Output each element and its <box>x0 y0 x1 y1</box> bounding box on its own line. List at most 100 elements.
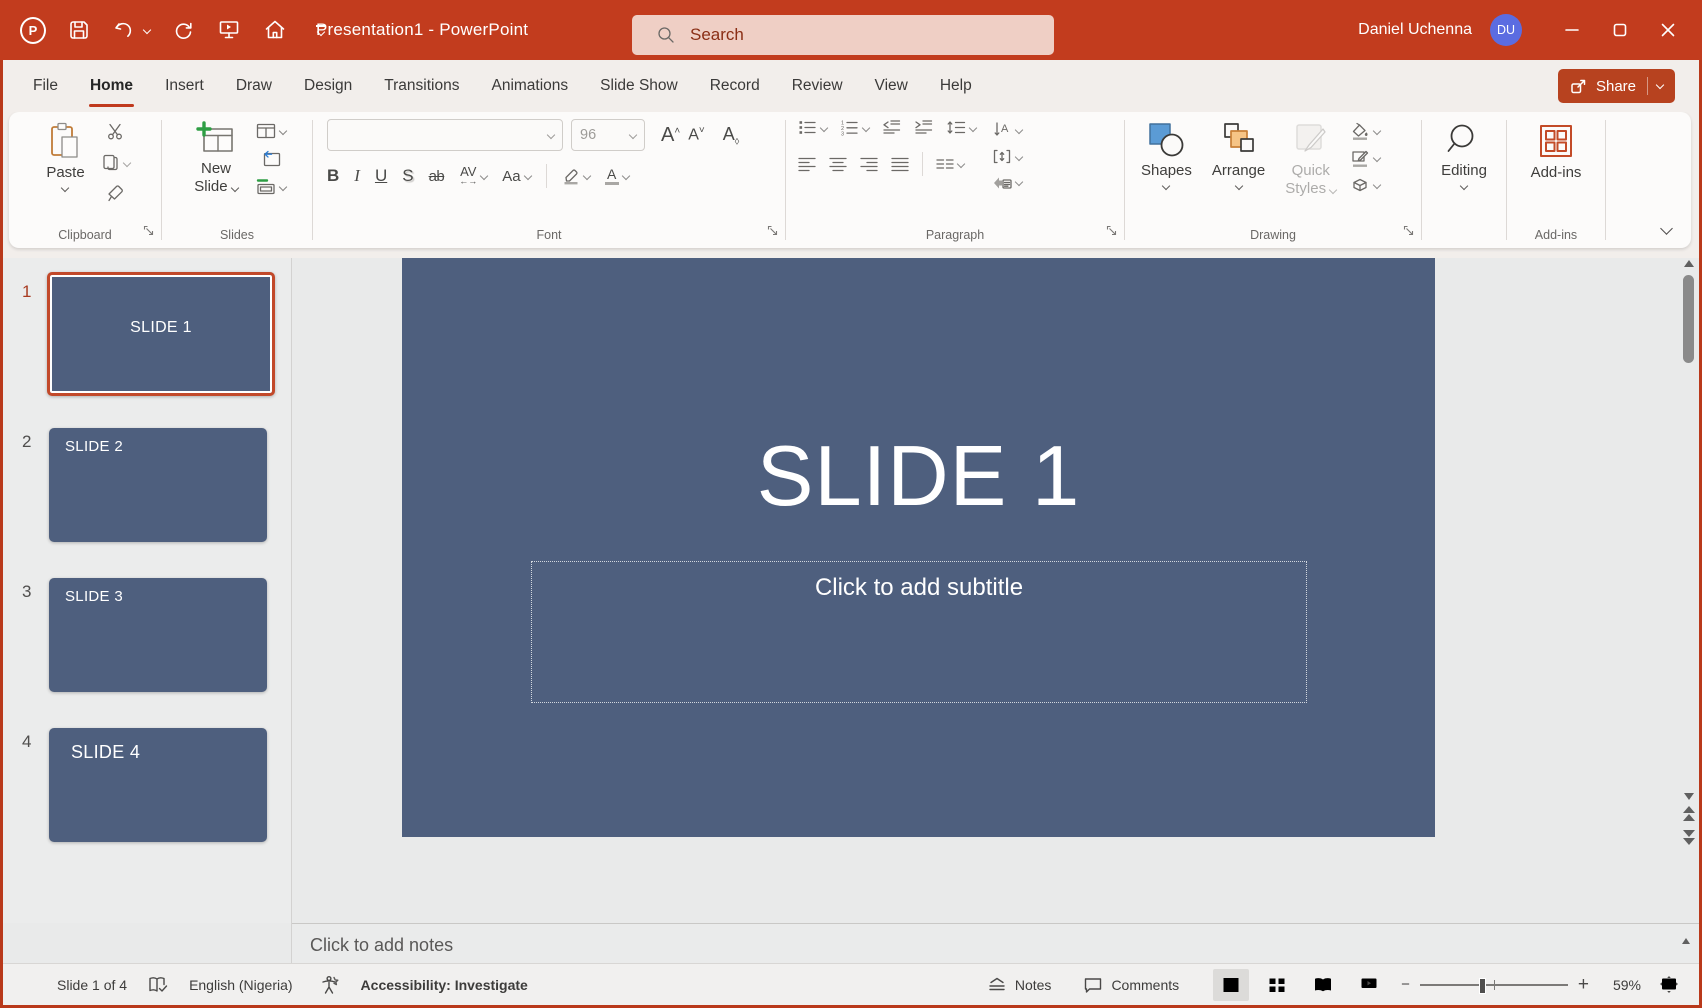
font-color-button[interactable]: A <box>605 167 629 185</box>
previous-slide-button[interactable] <box>1683 806 1695 821</box>
notes-pane[interactable]: Click to add notes <box>292 923 1699 966</box>
text-shadow-button[interactable]: S <box>402 166 413 186</box>
slide-sorter-view-button[interactable] <box>1259 969 1295 1001</box>
tab-review[interactable]: Review <box>776 60 859 112</box>
zoom-in-button[interactable]: + <box>1578 975 1589 994</box>
slide-layout-button[interactable] <box>256 123 286 139</box>
cut-icon[interactable] <box>101 122 130 141</box>
search-box[interactable]: Search <box>632 15 1054 55</box>
increase-indent-icon[interactable] <box>914 119 933 136</box>
slide-thumbnail-2[interactable]: SLIDE 2 <box>49 428 267 542</box>
editing-chevron[interactable] <box>1460 182 1468 190</box>
underline-button[interactable]: U <box>375 166 387 186</box>
new-slide-chevron[interactable] <box>231 184 239 192</box>
paste-button[interactable]: Paste <box>40 119 90 193</box>
change-case-button[interactable]: Aa <box>502 168 530 185</box>
shapes-chevron[interactable] <box>1162 182 1170 190</box>
arrange-button[interactable]: Arrange <box>1206 119 1271 191</box>
font-name-combobox[interactable] <box>327 119 563 151</box>
accessibility-status[interactable]: Accessibility: Investigate <box>355 977 534 993</box>
slide-thumbnail-3[interactable]: SLIDE 3 <box>49 578 267 692</box>
numbering-button[interactable]: 123 <box>840 119 869 136</box>
subtitle-placeholder[interactable]: Click to add subtitle <box>531 561 1307 703</box>
format-painter-icon[interactable] <box>101 184 130 203</box>
clipboard-dialog-launcher[interactable] <box>143 223 154 241</box>
fit-slide-to-window-button[interactable] <box>1651 969 1687 1001</box>
reading-view-button[interactable] <box>1305 969 1341 1001</box>
bullets-button[interactable] <box>798 119 827 136</box>
arrange-chevron[interactable] <box>1234 182 1242 190</box>
text-direction-button[interactable]: A <box>992 121 1022 139</box>
slide-title[interactable]: SLIDE 1 <box>402 434 1435 519</box>
tab-insert[interactable]: Insert <box>149 60 220 112</box>
slide-thumbnail-1[interactable]: SLIDE 1 <box>47 272 275 396</box>
home-icon[interactable] <box>262 17 288 43</box>
next-slide-button[interactable] <box>1683 830 1695 845</box>
collapse-ribbon-chevron[interactable] <box>1662 220 1671 238</box>
scroll-down-arrow[interactable] <box>1684 793 1694 800</box>
powerpoint-logo-icon[interactable]: P <box>20 17 46 43</box>
avatar[interactable]: DU <box>1490 14 1522 46</box>
maximize-button[interactable] <box>1596 0 1644 60</box>
shapes-button[interactable]: Shapes <box>1135 119 1198 191</box>
undo-dropdown-chevron[interactable] <box>143 26 151 34</box>
start-slideshow-button[interactable] <box>216 17 242 43</box>
decrease-indent-icon[interactable] <box>882 119 901 136</box>
slide-show-button[interactable] <box>1351 969 1387 1001</box>
notes-placeholder[interactable]: Click to add notes <box>310 935 453 956</box>
addins-button[interactable]: Add-ins <box>1525 119 1588 184</box>
align-left-icon[interactable] <box>798 157 816 172</box>
zoom-percentage[interactable]: 59% <box>1603 977 1641 993</box>
tab-design[interactable]: Design <box>288 60 368 112</box>
columns-button[interactable] <box>936 158 964 171</box>
font-dialog-launcher[interactable] <box>767 223 778 241</box>
tab-view[interactable]: View <box>859 60 924 112</box>
new-slide-button[interactable]: NewSlide <box>188 119 244 198</box>
save-button[interactable] <box>66 17 92 43</box>
comments-toggle[interactable]: Comments <box>1077 976 1185 994</box>
italic-button[interactable]: I <box>354 166 360 186</box>
tab-draw[interactable]: Draw <box>220 60 288 112</box>
tab-record[interactable]: Record <box>694 60 776 112</box>
panel-divider[interactable] <box>291 258 292 966</box>
reset-slide-icon[interactable] <box>256 150 286 167</box>
highlight-color-button[interactable] <box>562 167 590 185</box>
normal-view-button[interactable] <box>1213 969 1249 1001</box>
paste-dropdown-chevron[interactable] <box>61 184 69 192</box>
tab-home[interactable]: Home <box>74 60 149 112</box>
tab-slide-show[interactable]: Slide Show <box>584 60 694 112</box>
grow-font-button[interactable]: A˄ <box>661 124 680 147</box>
zoom-slider-track[interactable] <box>1420 984 1568 986</box>
tab-animations[interactable]: Animations <box>475 60 584 112</box>
language-indicator[interactable]: English (Nigeria) <box>183 977 298 993</box>
editing-button[interactable]: Editing <box>1435 119 1493 191</box>
section-button[interactable] <box>256 178 286 195</box>
close-button[interactable] <box>1644 0 1692 60</box>
redo-button[interactable] <box>170 17 196 43</box>
tab-transitions[interactable]: Transitions <box>368 60 475 112</box>
share-button[interactable]: Share <box>1558 69 1675 103</box>
notes-toggle[interactable]: Notes <box>981 976 1058 993</box>
align-text-button[interactable] <box>992 148 1022 165</box>
tab-help[interactable]: Help <box>924 60 988 112</box>
minimize-button[interactable] <box>1548 0 1596 60</box>
zoom-out-button[interactable]: − <box>1401 977 1410 992</box>
drawing-dialog-launcher[interactable] <box>1403 223 1414 241</box>
line-spacing-button[interactable] <box>946 119 976 136</box>
shrink-font-button[interactable]: A˅ <box>688 125 705 144</box>
user-name[interactable]: Daniel Uchenna <box>1358 21 1472 39</box>
tab-file[interactable]: File <box>17 60 74 112</box>
undo-button[interactable] <box>112 17 138 43</box>
zoom-slider-thumb[interactable] <box>1479 978 1486 994</box>
justify-icon[interactable] <box>891 157 909 172</box>
character-spacing-button[interactable]: AV←→ <box>459 167 487 185</box>
strikethrough-button[interactable]: ab <box>429 168 445 185</box>
font-size-combobox[interactable]: 96 <box>571 119 645 151</box>
quick-styles-button[interactable]: QuickStyles <box>1279 119 1342 200</box>
vertical-scrollbar[interactable] <box>1681 260 1696 800</box>
shape-effects-button[interactable] <box>1350 176 1380 194</box>
slide-indicator[interactable]: Slide 1 of 4 <box>51 977 133 993</box>
bold-button[interactable]: B <box>327 166 339 186</box>
scrollbar-thumb[interactable] <box>1683 275 1694 363</box>
shape-fill-button[interactable] <box>1350 122 1380 140</box>
